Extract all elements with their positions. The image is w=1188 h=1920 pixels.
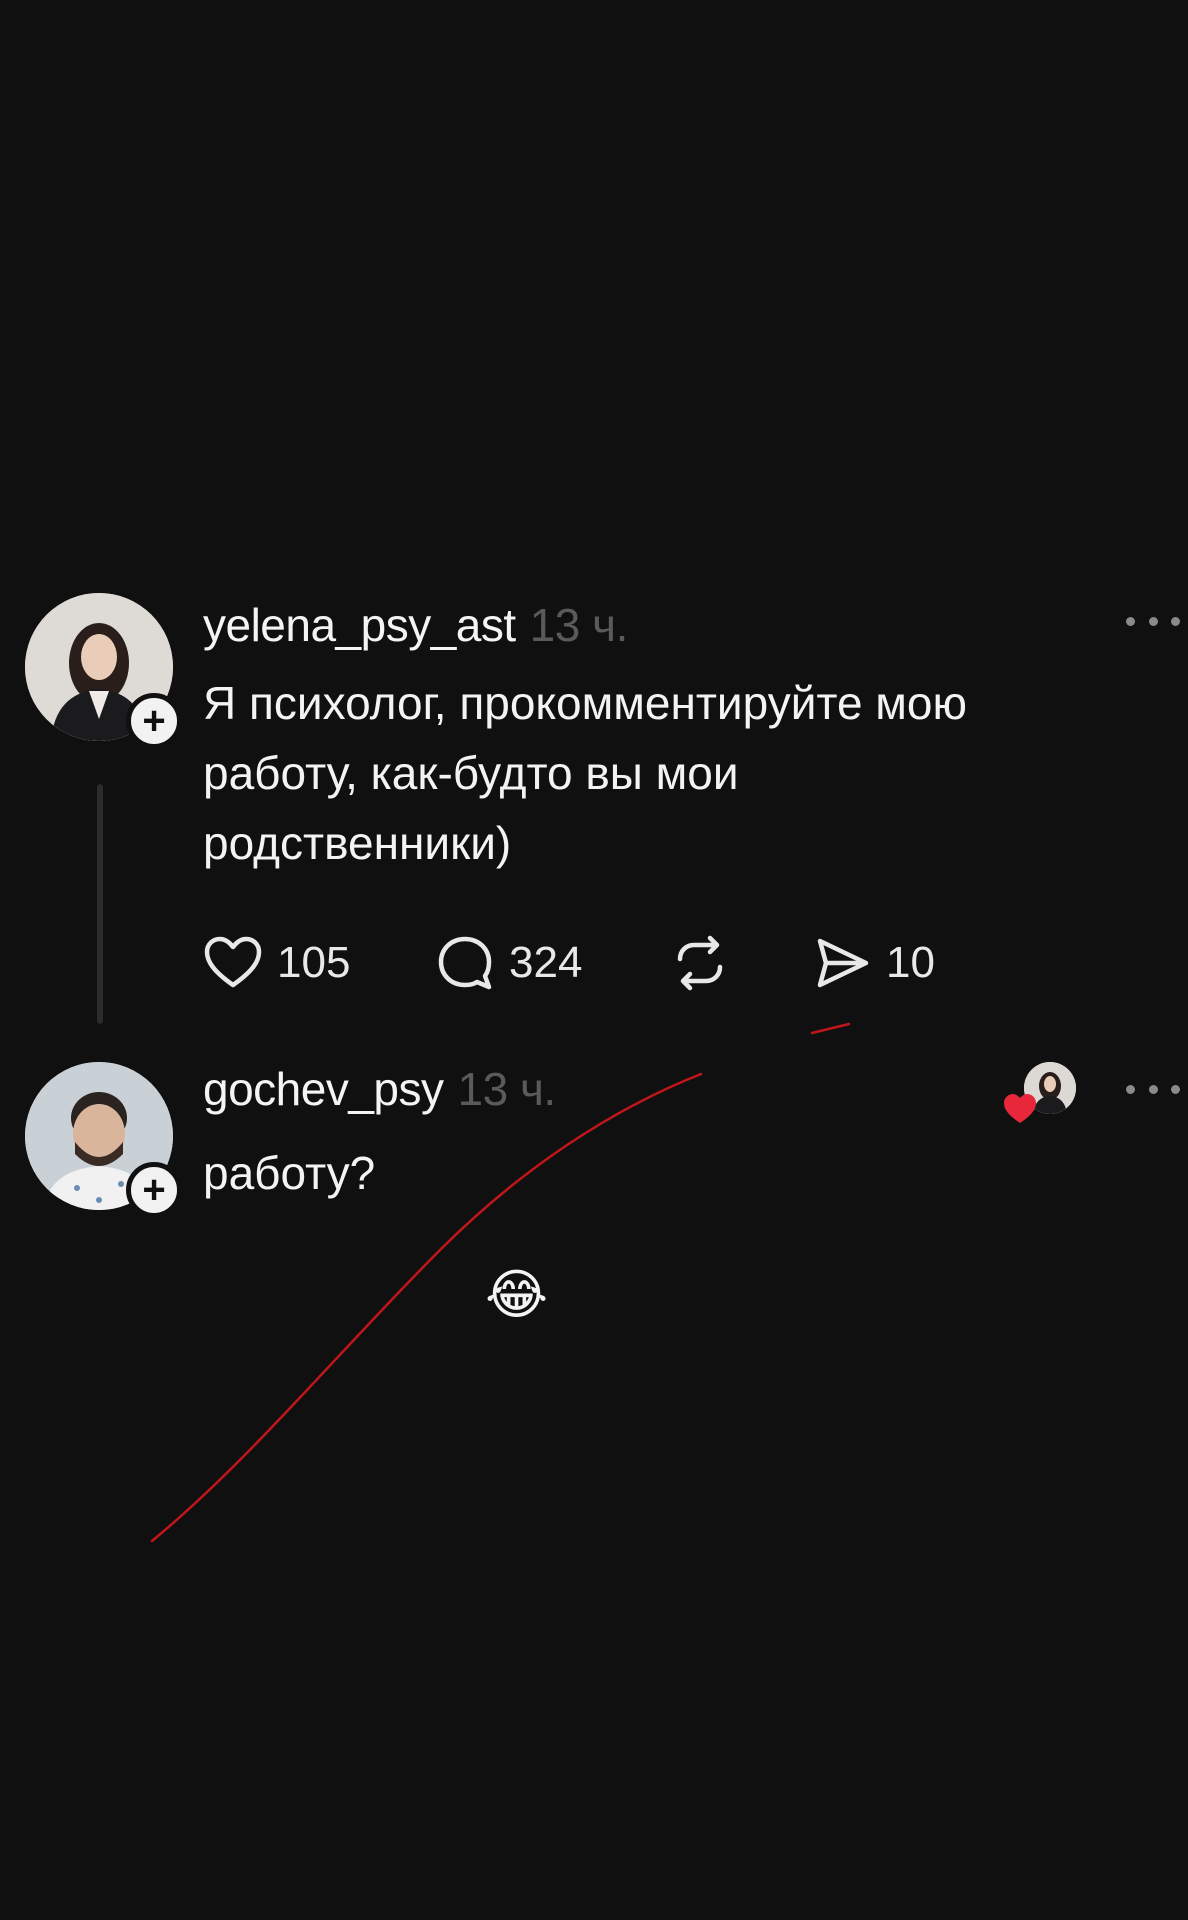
share-count: 10 [886, 938, 935, 987]
reply-timestamp: 13 ч. [457, 1063, 557, 1115]
reply-text: работу? [203, 1147, 376, 1199]
screen: + yelena_psy_ast 13 ч. Я психолог, проком… [0, 0, 1188, 1920]
comment-icon [438, 936, 492, 990]
more-dot [1126, 1084, 1135, 1094]
reply-username[interactable]: gochev_psy 13 ч. [203, 1062, 556, 1116]
more-dot [1148, 1084, 1158, 1094]
like-button[interactable]: 105 [203, 935, 435, 991]
post-actions: 105 324 10 [203, 933, 935, 993]
repost-button[interactable] [670, 933, 812, 993]
reply-username-text[interactable]: gochev_psy [203, 1063, 444, 1115]
more-dot [1148, 616, 1158, 626]
plus-icon: + [142, 1168, 166, 1212]
heart-icon [204, 936, 262, 988]
comment-count: 324 [509, 938, 583, 987]
thread-line [97, 784, 103, 1024]
send-icon [817, 938, 869, 988]
follow-author-button[interactable]: + [126, 693, 182, 749]
like-count: 105 [277, 938, 351, 987]
plus-icon: + [142, 699, 166, 743]
comment-button[interactable]: 324 [435, 933, 670, 993]
more-dot [1171, 1084, 1180, 1094]
follow-reply-author-button[interactable]: + [126, 1162, 182, 1218]
more-dot [1126, 616, 1135, 626]
reply-more-button[interactable] [1126, 1079, 1180, 1099]
liked-heart-icon [1004, 1094, 1036, 1123]
author-username-text[interactable]: yelena_psy_ast [203, 599, 516, 651]
post-text: Я психолог, прокомментируйте мою работу,… [203, 677, 968, 869]
pen-stroke-short [810, 1022, 851, 1035]
repost-icon [677, 935, 723, 991]
share-button[interactable]: 10 [812, 933, 935, 993]
author-username[interactable]: yelena_psy_ast 13 ч. [203, 598, 628, 652]
more-dot [1171, 616, 1180, 626]
laughing-emoji: 😂 [485, 1263, 549, 1326]
post-timestamp: 13 ч. [529, 599, 629, 651]
post-more-button[interactable] [1126, 611, 1180, 631]
